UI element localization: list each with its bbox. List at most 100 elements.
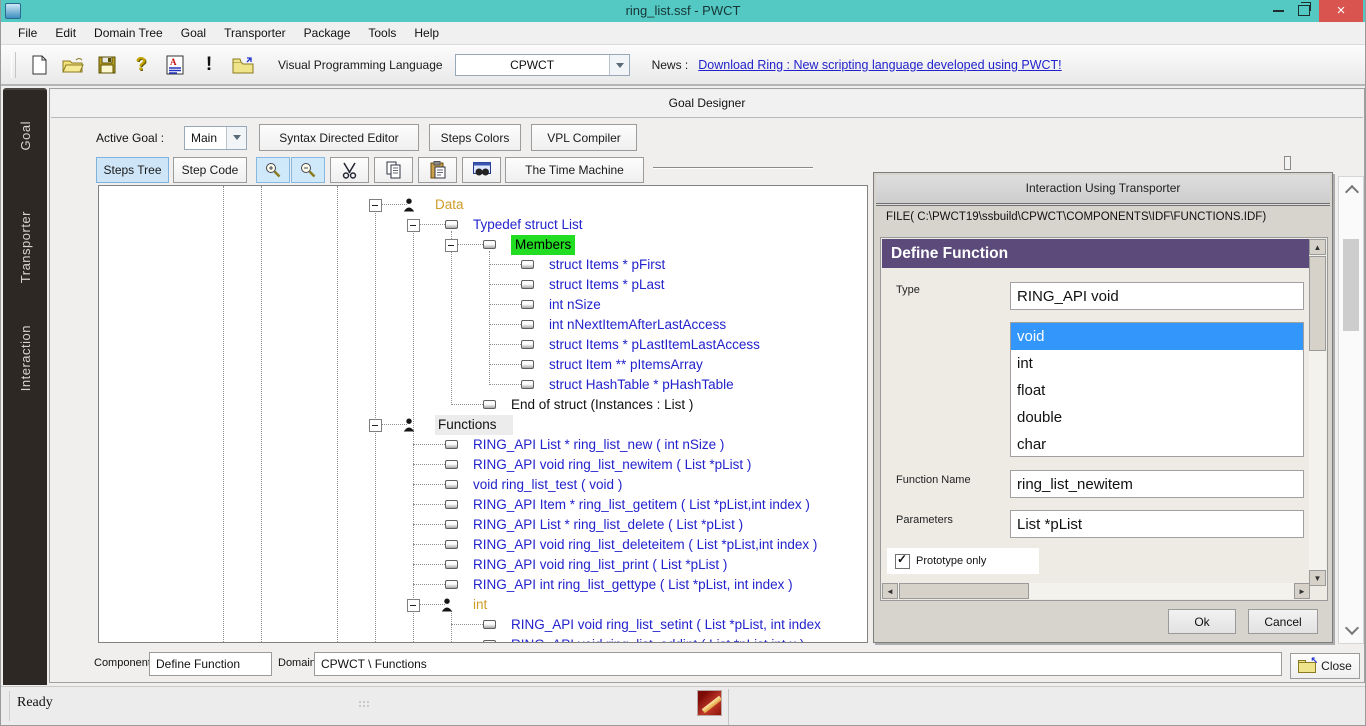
tree-expand-box[interactable] bbox=[369, 419, 382, 432]
steps-tree-panel[interactable]: DataTypedef struct ListMembersstruct Ite… bbox=[98, 185, 868, 643]
active-goal-arrow[interactable] bbox=[226, 127, 246, 149]
vpl-combobox-arrow[interactable] bbox=[609, 55, 629, 75]
type-option-char[interactable]: char bbox=[1011, 431, 1303, 457]
tree-node-label[interactable]: RING_API int ring_list_gettype ( List *p… bbox=[473, 575, 793, 595]
tree-node-label[interactable]: Typedef struct List bbox=[473, 215, 583, 235]
open-file-icon[interactable] bbox=[60, 52, 86, 78]
copy-button[interactable] bbox=[374, 157, 413, 183]
type-option-double[interactable]: double bbox=[1011, 404, 1303, 431]
right-scrollbar[interactable] bbox=[1338, 176, 1364, 644]
tree-node-label[interactable]: RING_API List * ring_list_delete ( List … bbox=[473, 515, 743, 535]
tree-node[interactable]: RING_API void ring_list_addint ( List *p… bbox=[99, 635, 867, 643]
active-goal-combobox[interactable]: Main bbox=[184, 126, 247, 150]
menu-tools[interactable]: Tools bbox=[359, 22, 405, 44]
tree-expand-box[interactable] bbox=[407, 599, 420, 612]
tree-node-label[interactable]: Functions bbox=[435, 415, 513, 435]
close-project-icon[interactable] bbox=[230, 52, 256, 78]
tree-node-label[interactable]: RING_API Item * ring_list_getitem ( List… bbox=[473, 495, 810, 515]
type-listbox[interactable]: voidintfloatdoublechar bbox=[1010, 322, 1304, 457]
close-transporter-button[interactable]: ↖ Close bbox=[1290, 653, 1360, 679]
new-file-icon[interactable] bbox=[26, 52, 52, 78]
save-icon[interactable] bbox=[94, 52, 120, 78]
tree-node-label[interactable]: int bbox=[473, 595, 487, 615]
time-machine-button[interactable]: The Time Machine bbox=[505, 157, 644, 183]
domain-field[interactable]: CPWCT \ Functions bbox=[314, 652, 1282, 676]
tree-node-label[interactable]: RING_API void ring_list_deleteitem ( Lis… bbox=[473, 535, 817, 555]
right-scrollbar-thumb[interactable] bbox=[1343, 239, 1359, 331]
tree-expand-box[interactable] bbox=[407, 219, 420, 232]
hscroll-left-icon[interactable]: ◄ bbox=[882, 583, 898, 599]
cancel-button[interactable]: Cancel bbox=[1248, 609, 1318, 634]
tree-node[interactable]: RING_API Item * ring_list_getitem ( List… bbox=[99, 495, 867, 515]
menu-goal[interactable]: Goal bbox=[172, 22, 215, 44]
tree-node[interactable]: Members bbox=[99, 235, 867, 255]
tree-node-label[interactable]: Members bbox=[511, 235, 575, 255]
sidebar-tab-transporter[interactable]: Transporter bbox=[3, 192, 47, 302]
component-field[interactable]: Define Function bbox=[149, 652, 272, 676]
scroll-down-icon[interactable] bbox=[1345, 621, 1359, 635]
tree-node[interactable]: int nNextItemAfterLastAccess bbox=[99, 315, 867, 335]
tree-node-label[interactable]: void ring_list_test ( void ) bbox=[473, 475, 622, 495]
menu-package[interactable]: Package bbox=[295, 22, 360, 44]
zoom-out-button[interactable] bbox=[291, 157, 325, 183]
tree-node[interactable]: RING_API int ring_list_gettype ( List *p… bbox=[99, 575, 867, 595]
tree-node[interactable]: void ring_list_test ( void ) bbox=[99, 475, 867, 495]
tree-node[interactable]: RING_API void ring_list_newitem ( List *… bbox=[99, 455, 867, 475]
vscroll-up-icon[interactable]: ▲ bbox=[1309, 239, 1326, 255]
minimize-button[interactable] bbox=[1273, 10, 1284, 12]
prototype-only-row[interactable]: Prototype only bbox=[887, 548, 1039, 574]
tab-steps-tree[interactable]: Steps Tree bbox=[96, 157, 169, 183]
type-option-float[interactable]: float bbox=[1011, 377, 1303, 404]
tree-node[interactable]: struct HashTable * pHashTable bbox=[99, 375, 867, 395]
tree-node[interactable]: RING_API List * ring_list_delete ( List … bbox=[99, 515, 867, 535]
tree-node-label[interactable]: int nSize bbox=[549, 295, 601, 315]
cut-button[interactable] bbox=[330, 157, 369, 183]
tree-expand-box[interactable] bbox=[369, 199, 382, 212]
sidebar-tab-interaction[interactable]: Interaction bbox=[3, 308, 47, 408]
zoom-in-button[interactable] bbox=[256, 157, 290, 183]
restore-button[interactable] bbox=[1298, 5, 1310, 16]
run-icon[interactable]: ! bbox=[196, 52, 222, 78]
vscroll-thumb[interactable] bbox=[1309, 256, 1326, 351]
menu-edit[interactable]: Edit bbox=[46, 22, 85, 44]
tree-node[interactable]: RING_API void ring_list_deleteitem ( Lis… bbox=[99, 535, 867, 555]
tree-node[interactable]: int nSize bbox=[99, 295, 867, 315]
type-option-void[interactable]: void bbox=[1011, 323, 1303, 350]
tree-node[interactable]: int bbox=[99, 595, 867, 615]
menu-transporter[interactable]: Transporter bbox=[215, 22, 295, 44]
close-button[interactable]: × bbox=[1319, 0, 1363, 22]
tree-node[interactable]: RING_API List * ring_list_new ( int nSiz… bbox=[99, 435, 867, 455]
news-link[interactable]: Download Ring : New scripting language d… bbox=[698, 58, 1061, 72]
tree-node-label[interactable]: RING_API void ring_list_print ( List *pL… bbox=[473, 555, 727, 575]
tree-node-label[interactable]: RING_API List * ring_list_new ( int nSiz… bbox=[473, 435, 724, 455]
menu-domain-tree[interactable]: Domain Tree bbox=[85, 22, 172, 44]
vpl-combobox[interactable]: CPWCT bbox=[455, 54, 630, 76]
paste-button[interactable] bbox=[418, 157, 457, 183]
tree-node[interactable]: Typedef struct List bbox=[99, 215, 867, 235]
menu-help[interactable]: Help bbox=[405, 22, 448, 44]
menu-file[interactable]: File bbox=[9, 22, 46, 44]
tree-node-label[interactable]: struct Items * pFirst bbox=[549, 255, 665, 275]
tree-zoom-slider-thumb[interactable] bbox=[1284, 156, 1291, 170]
tree-node-label[interactable]: struct HashTable * pHashTable bbox=[549, 375, 734, 395]
help-icon[interactable]: ? bbox=[128, 52, 154, 78]
tree-node[interactable]: struct Items * pLastItemLastAccess bbox=[99, 335, 867, 355]
tree-node-label[interactable]: struct Item ** pItemsArray bbox=[549, 355, 703, 375]
dialog-hscrollbar[interactable]: ◄ ► bbox=[882, 583, 1310, 599]
tree-expand-box[interactable] bbox=[445, 239, 458, 252]
hscroll-right-icon[interactable]: ► bbox=[1294, 583, 1310, 599]
tree-node-label[interactable]: Data bbox=[435, 195, 464, 215]
type-option-int[interactable]: int bbox=[1011, 350, 1303, 377]
hscroll-thumb[interactable] bbox=[899, 583, 1029, 599]
prototype-only-checkbox[interactable] bbox=[895, 554, 910, 569]
scroll-up-icon[interactable] bbox=[1345, 185, 1359, 199]
type-input[interactable] bbox=[1010, 282, 1304, 310]
tree-node-label[interactable]: struct Items * pLast bbox=[549, 275, 665, 295]
tree-node[interactable]: struct Items * pFirst bbox=[99, 255, 867, 275]
edit-mode-icon[interactable] bbox=[697, 690, 722, 716]
steps-colors-button[interactable]: Steps Colors bbox=[429, 124, 521, 151]
tree-node[interactable]: Functions bbox=[99, 415, 867, 435]
function-name-input[interactable] bbox=[1010, 470, 1304, 498]
tree-node[interactable]: Data bbox=[99, 195, 867, 215]
tree-node[interactable]: struct Item ** pItemsArray bbox=[99, 355, 867, 375]
